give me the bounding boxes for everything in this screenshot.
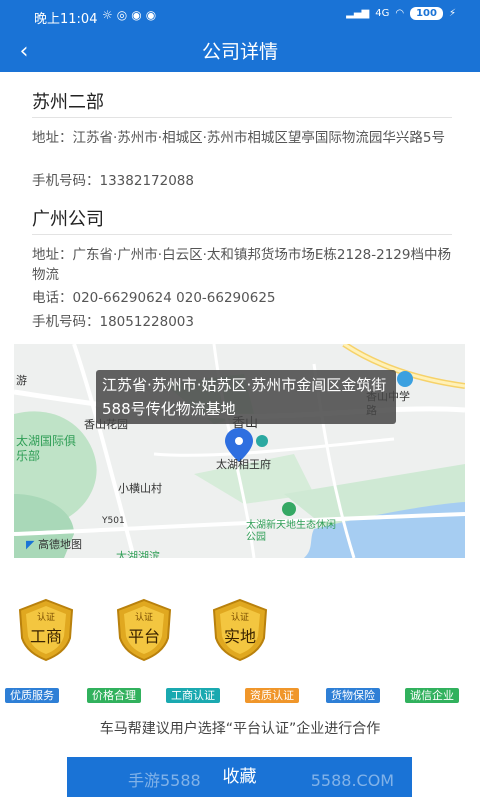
location-map[interactable]: 游 香山花园 香山 香山中学 太湖国际俱乐部 太湖相王府 小横山村 Y501 太…: [14, 344, 465, 558]
branch-address: 地址：江苏省·苏州市·相城区·苏州市相城区望亭国际物流园华兴路5号: [32, 128, 452, 148]
status-time: 晚上11:04: [34, 12, 98, 27]
status-bar: 晚上11:04 ☼◎◉◉ ▂▄▆ 4G ◠ 100 ⚡: [0, 0, 480, 32]
wifi-icon: ◠: [395, 8, 405, 19]
signal-icon: ▂▄▆: [346, 8, 370, 19]
charging-icon: ⚡: [448, 8, 456, 19]
badge-big-label: 工商: [29, 627, 62, 646]
address-value[interactable]: 广东省·广州市·白云区·太和镇邦货场市场E栋2128-2129档中杨物流: [32, 247, 451, 283]
map-label: 太湖相王府: [216, 458, 271, 471]
map-label: 小横山村: [118, 482, 162, 495]
badge-platform: 认证 平台: [112, 598, 176, 662]
status-right: ▂▄▆ 4G ◠ 100 ⚡: [346, 7, 456, 20]
branch-card-guangzhou: 广州公司: [32, 205, 452, 231]
branch-phone: 电话：020-66290624 020-66290625: [32, 288, 452, 308]
map-provider-label: 高德地图: [37, 538, 82, 551]
mobile-value[interactable]: 18051228003: [100, 314, 194, 330]
tag-trusted-company: 诚信企业: [405, 688, 459, 703]
tag-quality-service: 优质服务: [5, 688, 59, 703]
badge-business: 认证 工商: [14, 598, 78, 662]
address-label: 地址：: [32, 247, 73, 263]
address-label: 地址：: [32, 130, 73, 146]
branch-mobile: 手机号码：18051228003: [32, 312, 452, 332]
phone-label: 电话：: [32, 290, 73, 306]
badge-small-label: 认证: [134, 613, 153, 623]
watermark-domain: 5588.COM: [310, 771, 395, 790]
address-popup: 江苏省·苏州市·姑苏区·苏州市金阊区金筑街588号传化物流基地: [96, 370, 396, 424]
address-value[interactable]: 江苏省·苏州市·相城区·苏州市相城区望亭国际物流园华兴路5号: [73, 130, 445, 146]
watermark-text: 手游5588: [128, 771, 201, 790]
branch-name: 苏州二部: [32, 92, 104, 113]
map-provider-logo: ◤ 高德地图: [26, 536, 82, 552]
branch-address: 地址：广东省·广州市·白云区·太和镇邦货场市场E栋2128-2129档中杨物流: [32, 245, 452, 285]
phone-value[interactable]: 020-66290624 020-66290625: [73, 290, 276, 306]
badge-small-label: 认证: [230, 613, 249, 623]
badge-big-label: 实地: [223, 627, 256, 646]
tag-fair-price: 价格合理: [87, 688, 141, 703]
mobile-label: 手机号码：: [32, 173, 100, 189]
amap-logo-icon: ◤: [26, 538, 35, 551]
service-tags: 优质服务 价格合理 工商认证 资质认证 货物保险 诚信企业: [5, 688, 475, 704]
tag-business-cert: 工商认证: [166, 688, 220, 703]
tag-qualification-cert: 资质认证: [245, 688, 299, 703]
map-label: 太湖湖滨: [116, 550, 160, 558]
badge-onsite: 认证 实地: [208, 598, 272, 662]
map-label: Y501: [102, 516, 125, 526]
title-bar: ‹ 公司详情: [0, 32, 480, 72]
watermark: 手游5588 5588.COM: [128, 767, 394, 791]
branch-mobile: 手机号码：13382172088: [32, 171, 452, 191]
map-label: 游: [16, 374, 27, 387]
divider: [32, 234, 452, 235]
branch-card-suzhou: 苏州二部: [32, 88, 452, 114]
badge-big-label: 平台: [127, 627, 160, 646]
cooperation-tip: 车马帮建议用户选择“平台认证”企业进行合作: [99, 721, 381, 737]
branch-name: 广州公司: [32, 209, 104, 230]
divider: [32, 117, 452, 118]
mobile-label: 手机号码：: [32, 314, 100, 330]
mobile-value[interactable]: 13382172088: [100, 173, 194, 189]
badge-small-label: 认证: [36, 613, 55, 623]
page-title: 公司详情: [201, 41, 278, 63]
map-label: 太湖国际俱乐部: [16, 434, 77, 463]
map-label: 太湖新天地生态休闲公园: [246, 520, 336, 543]
signal-label: 4G: [375, 8, 390, 19]
tag-cargo-insurance: 货物保险: [326, 688, 380, 703]
battery-icon: 100: [410, 7, 443, 20]
notification-icons: ☼◎◉◉: [102, 8, 161, 22]
